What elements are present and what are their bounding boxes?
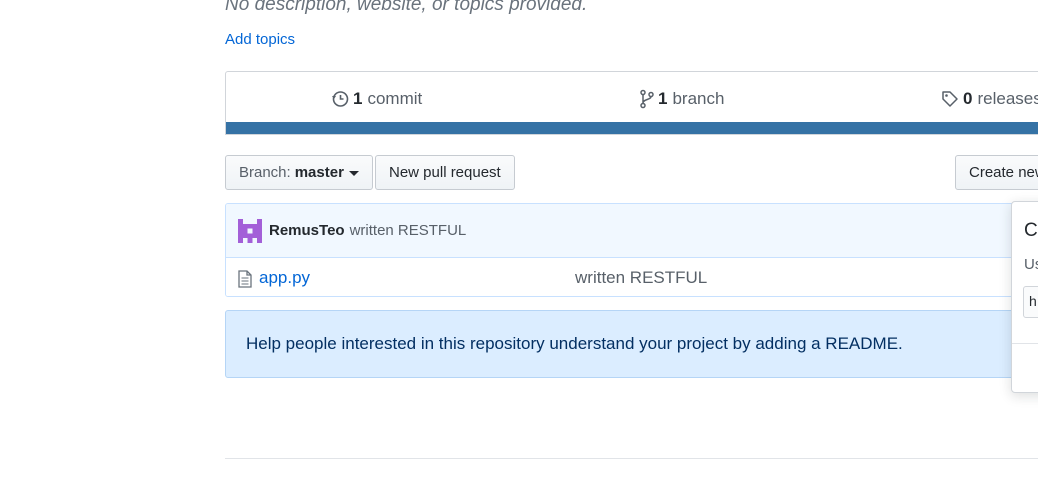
clone-popup-subtitle: Us — [1024, 256, 1038, 273]
commit-message[interactable]: written RESTFUL — [350, 222, 467, 239]
branch-select-button[interactable]: Branch: master — [225, 155, 373, 190]
branch-name: master — [294, 164, 344, 181]
file-icon — [238, 270, 252, 288]
branch-count: 1 — [658, 89, 668, 108]
release-label: releases — [977, 89, 1038, 108]
file-navigation-table: RemusTeo written RESTFUL app.py written … — [225, 203, 1038, 297]
latest-commit-bar: RemusTeo written RESTFUL — [226, 204, 1038, 258]
caret-down-icon — [348, 171, 359, 176]
repository-page: No description, website, or topics provi… — [0, 0, 1038, 496]
history-icon — [332, 91, 349, 107]
commit-count: 1 — [353, 89, 363, 108]
release-count: 0 — [963, 89, 973, 108]
add-topics-link[interactable]: Add topics — [225, 31, 295, 48]
clone-popup: Cl Us h — [1011, 201, 1038, 393]
avatar[interactable] — [238, 218, 262, 243]
repo-description: No description, website, or topics provi… — [225, 0, 588, 15]
file-row: app.py written RESTFUL — [226, 258, 1038, 296]
branches-link[interactable]: 1 branch — [640, 89, 724, 109]
file-name-link[interactable]: app.py — [259, 268, 310, 288]
commit-author[interactable]: RemusTeo — [269, 222, 345, 239]
readme-notice: Help people interested in this repositor… — [225, 310, 1038, 378]
readme-notice-text: Help people interested in this repositor… — [246, 334, 903, 353]
language-bar[interactable] — [226, 122, 1038, 134]
git-branch-icon — [640, 89, 654, 109]
branch-prefix: Branch: — [239, 164, 291, 181]
divider — [225, 458, 1038, 459]
new-pull-request-button[interactable]: New pull request — [375, 155, 515, 190]
branch-label: branch — [672, 89, 725, 108]
releases-link[interactable]: 0 releases — [941, 89, 1038, 109]
create-new-file-button[interactable]: Create new — [955, 155, 1038, 190]
commits-link[interactable]: 1 commit — [331, 89, 422, 109]
clone-url-input[interactable]: h — [1023, 286, 1038, 318]
tag-icon — [942, 91, 958, 107]
clone-popup-separator — [1012, 343, 1038, 344]
repo-summary-bar: 1 commit 1 branch 0 releases — [225, 71, 1038, 135]
clone-popup-title: Cl — [1024, 220, 1038, 241]
file-commit-message[interactable]: written RESTFUL — [575, 268, 707, 288]
commit-label: commit — [367, 89, 423, 108]
